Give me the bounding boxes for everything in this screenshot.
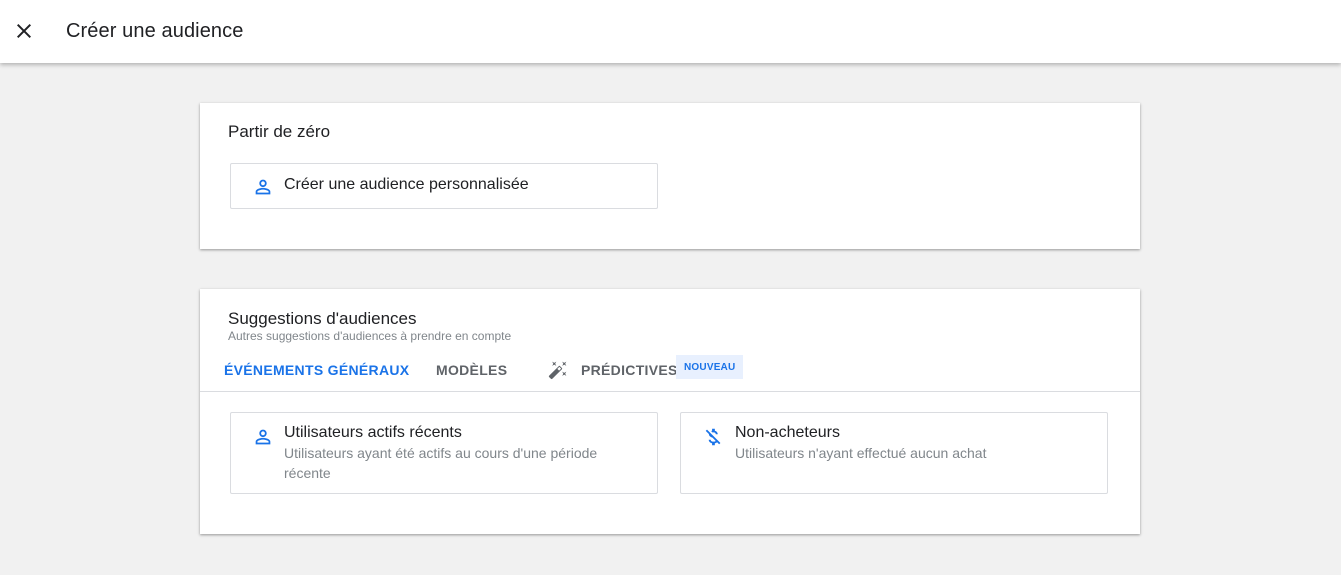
non-purchasers-description: Utilisateurs n'ayant effectué aucun acha… — [735, 445, 987, 461]
magic-wand-icon — [548, 361, 567, 380]
tab-modeles[interactable]: MODÈLES — [436, 351, 507, 389]
new-badge: NOUVEAU — [676, 355, 744, 379]
from-scratch-title: Partir de zéro — [228, 122, 331, 141]
create-custom-audience-option[interactable]: Créer une audience personnalisée — [230, 163, 658, 209]
recent-active-users-title: Utilisateurs actifs récents — [284, 424, 462, 441]
suggestions-title: Suggestions d'audiences — [228, 309, 417, 328]
person-icon — [251, 175, 275, 199]
close-icon — [17, 24, 31, 38]
audience-suggestions-card: Suggestions d'audiences Autres suggestio… — [200, 289, 1140, 534]
non-purchasers-title: Non-acheteurs — [735, 424, 840, 441]
top-app-bar: Créer une audience — [0, 0, 1341, 63]
page-title: Créer une audience — [66, 20, 244, 42]
suggestion-tabs: ÉVÉNEMENTS GÉNÉRAUX MODÈLES PRÉDICTIVES … — [200, 351, 1140, 392]
close-button[interactable] — [12, 19, 36, 43]
tab-evenements-generaux[interactable]: ÉVÉNEMENTS GÉNÉRAUX — [224, 351, 409, 389]
tab-predictives-label: PRÉDICTIVES — [581, 362, 678, 378]
tab-predictives[interactable]: PRÉDICTIVES — [548, 351, 678, 389]
create-custom-audience-label: Créer une audience personnalisée — [284, 176, 529, 193]
recent-active-users-description: Utilisateurs ayant été actifs au cours d… — [284, 445, 598, 481]
from-scratch-card: Partir de zéro Créer une audience person… — [200, 103, 1140, 249]
recent-active-users-option[interactable]: Utilisateurs actifs récents Utilisateurs… — [230, 412, 658, 494]
person-icon — [251, 425, 275, 449]
non-purchasers-option[interactable]: Non-acheteurs Utilisateurs n'ayant effec… — [680, 412, 1108, 494]
suggestions-subtitle: Autres suggestions d'audiences à prendre… — [228, 329, 512, 343]
money-off-icon — [701, 425, 725, 449]
